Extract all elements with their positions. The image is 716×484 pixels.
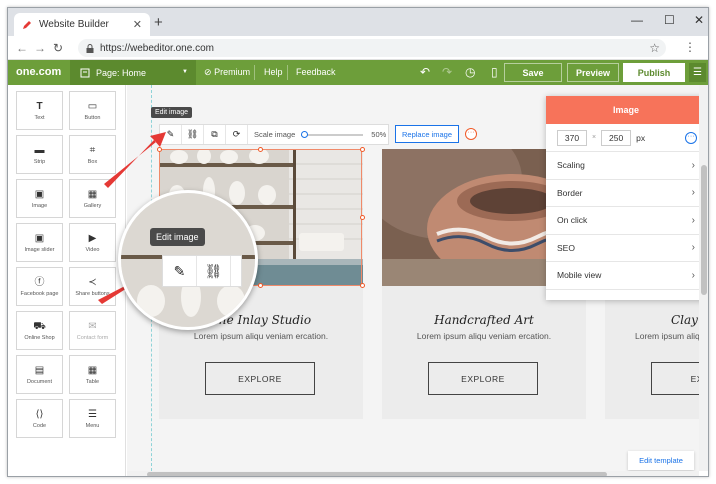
- panel-row-mobile-view[interactable]: Mobile view ›: [546, 262, 706, 290]
- row-label: Border: [557, 187, 583, 198]
- panel-row-on-click[interactable]: On click ›: [546, 207, 706, 235]
- edit-template-button[interactable]: Edit template: [628, 451, 694, 470]
- scrollbar-thumb[interactable]: [701, 165, 707, 295]
- edit-image-tooltip-zoomed: Edit image: [150, 228, 205, 246]
- width-field[interactable]: 370: [557, 129, 587, 146]
- panel-row-scaling[interactable]: Scaling ›: [546, 152, 706, 180]
- row-label: SEO: [557, 242, 575, 253]
- edit-pencil-icon[interactable]: ✎: [163, 256, 197, 286]
- row-label: On click: [557, 215, 588, 226]
- height-field[interactable]: 250: [601, 129, 632, 146]
- unit-label: px: [636, 132, 646, 143]
- more-options-icon[interactable]: ···: [685, 131, 697, 144]
- horizontal-scrollbar[interactable]: [127, 471, 699, 476]
- panel-title: Image: [546, 96, 706, 124]
- image-toolbar-zoomed: ✎ ⛓: [162, 255, 242, 287]
- times-separator: ×: [592, 134, 597, 141]
- vertical-scrollbar[interactable]: [699, 85, 708, 471]
- dimensions-row: 370 × 250 px ···: [546, 124, 706, 152]
- row-label: Mobile view: [557, 270, 602, 281]
- image-settings-panel: Image 370 × 250 px ··· Scaling › Border › …: [546, 96, 706, 300]
- row-label: Scaling: [557, 160, 585, 171]
- chevron-right-icon: ›: [691, 269, 695, 281]
- chevron-right-icon: ›: [691, 159, 695, 171]
- browser-window: Website Builder ✕ + — ☐ ✕ ← → ↻ https://…: [7, 7, 709, 477]
- panel-row-seo[interactable]: SEO ›: [546, 235, 706, 262]
- chevron-right-icon: ›: [691, 187, 695, 199]
- chevron-right-icon: ›: [691, 242, 695, 254]
- scrollbar-thumb[interactable]: [147, 472, 607, 476]
- chevron-right-icon: ›: [691, 214, 695, 226]
- link-icon[interactable]: ⛓: [197, 256, 231, 286]
- panel-row-border[interactable]: Border ›: [546, 180, 706, 207]
- arrow-upper: [104, 132, 166, 188]
